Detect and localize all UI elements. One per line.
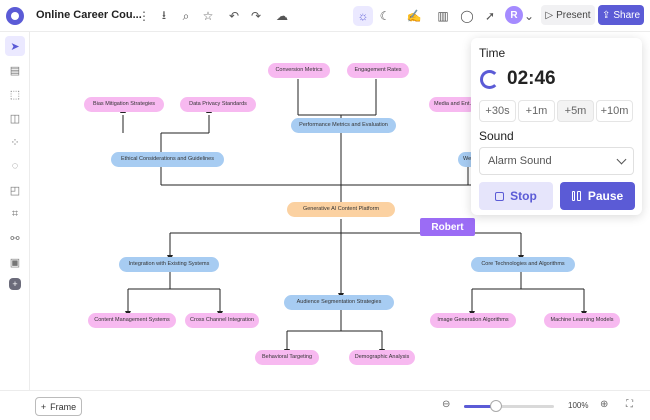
sound-select[interactable]: Alarm Sound <box>479 147 634 175</box>
collaborator-name-tag: Robert <box>420 218 475 236</box>
media-icon[interactable]: ▣ <box>5 252 25 272</box>
node-demographic[interactable]: Demographic Analysis <box>349 350 415 365</box>
chevron-down-icon <box>616 154 627 165</box>
add-30s-button[interactable]: +30s <box>479 100 516 122</box>
add-10m-button[interactable]: +10m <box>596 100 633 122</box>
crop-icon[interactable]: ⌗ <box>5 204 25 224</box>
app-logo-icon[interactable] <box>6 7 24 25</box>
pause-icon <box>571 191 582 201</box>
plus-icon: + <box>40 401 47 412</box>
play-icon: ▷ <box>545 9 554 21</box>
node-ethical[interactable]: Ethical Considerations and Guidelines <box>111 152 224 167</box>
handwriting-icon[interactable]: ✍ <box>401 6 427 26</box>
add-frame-button[interactable]: + Frame <box>35 397 82 416</box>
connector-icon[interactable]: ⚯ <box>5 228 25 248</box>
document-title[interactable]: Online Career Cou... <box>36 9 142 21</box>
add-1m-button[interactable]: +1m <box>518 100 555 122</box>
add-5m-button[interactable]: +5m <box>557 100 594 122</box>
timer-panel: Time 02:46 +30s +1m +5m +10m Sound Alarm… <box>471 38 642 215</box>
present-label: Present <box>556 9 591 21</box>
plus-icon[interactable]: + <box>9 278 21 290</box>
node-audience[interactable]: Audience Segmentation Strategies <box>284 295 394 310</box>
star-icon[interactable]: ☆ <box>198 6 218 26</box>
pointer-icon[interactable]: ➚ <box>480 6 500 26</box>
fit-screen-icon[interactable]: ⛶ <box>626 399 633 410</box>
node-cross[interactable]: Cross Channel Integration <box>185 313 259 328</box>
present-button[interactable]: ▷ Present <box>541 5 595 25</box>
node-privacy[interactable]: Data Privacy Standards <box>180 97 256 112</box>
pause-button[interactable]: Pause <box>560 182 635 210</box>
sun-icon[interactable]: ☼ <box>353 6 373 26</box>
node-bias[interactable]: Bias Mitigation Strategies <box>84 97 164 112</box>
stop-button[interactable]: Stop <box>479 182 553 210</box>
left-toolbar: ➤ ▤ ⬚ ◫ ⁘ ◌ ◰ ⌗ ⚯ ▣ + <box>0 32 30 420</box>
stop-icon <box>495 191 505 201</box>
sound-label: Sound <box>479 129 514 143</box>
top-toolbar: Online Career Cou... ⋮ ⭳ ⌕ ☆ ↶ ↷ ☁ ☼ ☾ ✍… <box>0 0 650 32</box>
undo-icon[interactable]: ↶ <box>224 6 244 26</box>
chevron-down-icon[interactable]: ⌄ <box>523 6 535 26</box>
cursor-icon[interactable]: ➤ <box>5 36 25 56</box>
zoom-slider-handle[interactable] <box>489 400 502 412</box>
timer-display: 02:46 <box>507 68 556 89</box>
node-ml[interactable]: Machine Learning Models <box>544 313 620 328</box>
template-icon[interactable]: ▤ <box>5 60 25 80</box>
sticky-note-icon[interactable]: ◰ <box>5 180 25 200</box>
node-performance[interactable]: Performance Metrics and Evaluation <box>291 118 396 133</box>
timer-title: Time <box>479 46 506 60</box>
frame-label: Frame <box>50 401 77 412</box>
node-media[interactable]: Media and Ent... <box>429 97 477 112</box>
node-integration[interactable]: Integration with Existing Systems <box>119 257 219 272</box>
frame-icon[interactable]: ⬚ <box>5 84 25 104</box>
stop-label: Stop <box>510 189 537 203</box>
more-vertical-icon[interactable]: ⋮ <box>134 6 154 26</box>
shape-icon[interactable]: ◫ <box>5 108 25 128</box>
share-button[interactable]: ⇪ Share <box>598 5 644 25</box>
cloud-icon[interactable]: ☁ <box>272 6 292 26</box>
sound-select-value: Alarm Sound <box>488 155 552 167</box>
root-node[interactable]: Generative AI Content Platform <box>287 202 395 217</box>
share-label: Share <box>613 9 641 21</box>
share-icon: ⇪ <box>601 9 611 21</box>
node-conversion[interactable]: Conversion Metrics <box>268 63 330 78</box>
comment-icon[interactable]: ◯ <box>457 6 477 26</box>
node-cms[interactable]: Content Management Systems <box>88 313 176 328</box>
pause-label: Pause <box>587 189 624 203</box>
node-core[interactable]: Core Technologies and Algorithms <box>471 257 575 272</box>
node-engagement[interactable]: Engagement Rates <box>347 63 409 78</box>
zoom-slider[interactable] <box>464 405 554 408</box>
zoom-in-icon[interactable]: ⊕ <box>600 399 608 410</box>
node-image[interactable]: Image Generation Algorithms <box>430 313 516 328</box>
node-behavioral[interactable]: Behavioral Targeting <box>255 350 319 365</box>
zoom-level: 100% <box>568 401 589 410</box>
redo-icon[interactable]: ↷ <box>246 6 266 26</box>
zoom-out-icon[interactable]: ⊖ <box>442 399 450 410</box>
comment-icon[interactable]: ◌ <box>5 156 25 176</box>
avatar[interactable]: R <box>505 6 523 24</box>
chart-icon[interactable]: ▥ <box>433 6 453 26</box>
download-icon[interactable]: ⭳ <box>154 6 174 26</box>
components-icon[interactable]: ⁘ <box>5 132 25 152</box>
search-icon[interactable]: ⌕ <box>176 6 196 26</box>
timer-progress-icon <box>480 70 499 89</box>
moon-icon[interactable]: ☾ <box>375 6 395 26</box>
bottom-toolbar: + Frame ⊖ 100% ⊕ ⛶ <box>0 390 650 420</box>
